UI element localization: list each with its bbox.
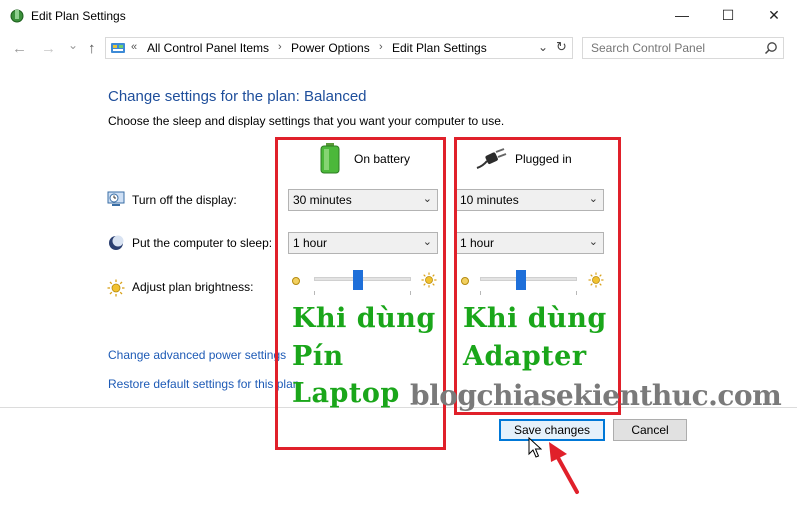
breadcrumb-overflow[interactable]: « <box>131 41 137 53</box>
save-changes-button[interactable]: Save changes <box>499 419 605 441</box>
search-icon[interactable] <box>764 41 778 55</box>
brightness-icon <box>107 279 125 297</box>
adapter-annotation-line2: Adapter <box>463 341 587 372</box>
mouse-cursor-icon <box>528 436 543 459</box>
breadcrumb-all-control-panel-items[interactable]: All Control Panel Items <box>147 41 269 55</box>
breadcrumb-separator[interactable]: › <box>379 41 383 53</box>
watermark-text: blogchiasekienthuc.com <box>410 379 782 412</box>
page-heading: Change settings for the plan: Balanced <box>108 88 367 105</box>
sleep-label: Put the computer to sleep: <box>132 236 273 250</box>
adapter-highlight-box <box>454 137 621 415</box>
battery-annotation-line3: Laptop <box>292 378 400 409</box>
restore-defaults-link[interactable]: Restore default settings for this plan <box>108 377 299 391</box>
power-options-icon <box>9 8 25 24</box>
maximize-button[interactable]: ☐ <box>705 0 751 30</box>
minimize-button[interactable]: — <box>659 0 705 30</box>
breadcrumb-edit-plan-settings[interactable]: Edit Plan Settings <box>392 41 487 55</box>
advanced-power-settings-link[interactable]: Change advanced power settings <box>108 348 286 362</box>
battery-annotation-line1: Khi dùng <box>292 303 436 334</box>
close-button[interactable]: ✕ <box>751 0 797 30</box>
battery-annotation-line2: Pín <box>292 341 344 372</box>
brightness-label: Adjust plan brightness: <box>132 280 254 294</box>
adapter-annotation-line1: Khi dùng <box>463 303 607 334</box>
cancel-button[interactable]: Cancel <box>613 419 687 441</box>
recent-locations-icon[interactable]: ⌄ <box>68 38 78 52</box>
display-icon <box>107 191 125 207</box>
red-arrow-icon <box>543 440 583 496</box>
search-input[interactable] <box>582 37 784 59</box>
page-description: Choose the sleep and display settings th… <box>108 114 505 128</box>
back-arrow-icon[interactable]: ← <box>12 40 27 57</box>
sleep-icon <box>108 235 124 251</box>
forward-arrow-icon[interactable]: → <box>41 40 56 57</box>
turn-off-display-label: Turn off the display: <box>132 193 237 207</box>
address-dropdown-icon[interactable]: ⌄ <box>538 40 548 54</box>
up-arrow-icon[interactable]: ↑ <box>88 40 96 57</box>
breadcrumb-separator[interactable]: › <box>278 41 282 53</box>
refresh-icon[interactable]: ↻ <box>556 39 567 55</box>
breadcrumb-power-options[interactable]: Power Options <box>291 41 370 55</box>
control-panel-icon <box>110 40 126 56</box>
window-title: Edit Plan Settings <box>31 9 126 23</box>
